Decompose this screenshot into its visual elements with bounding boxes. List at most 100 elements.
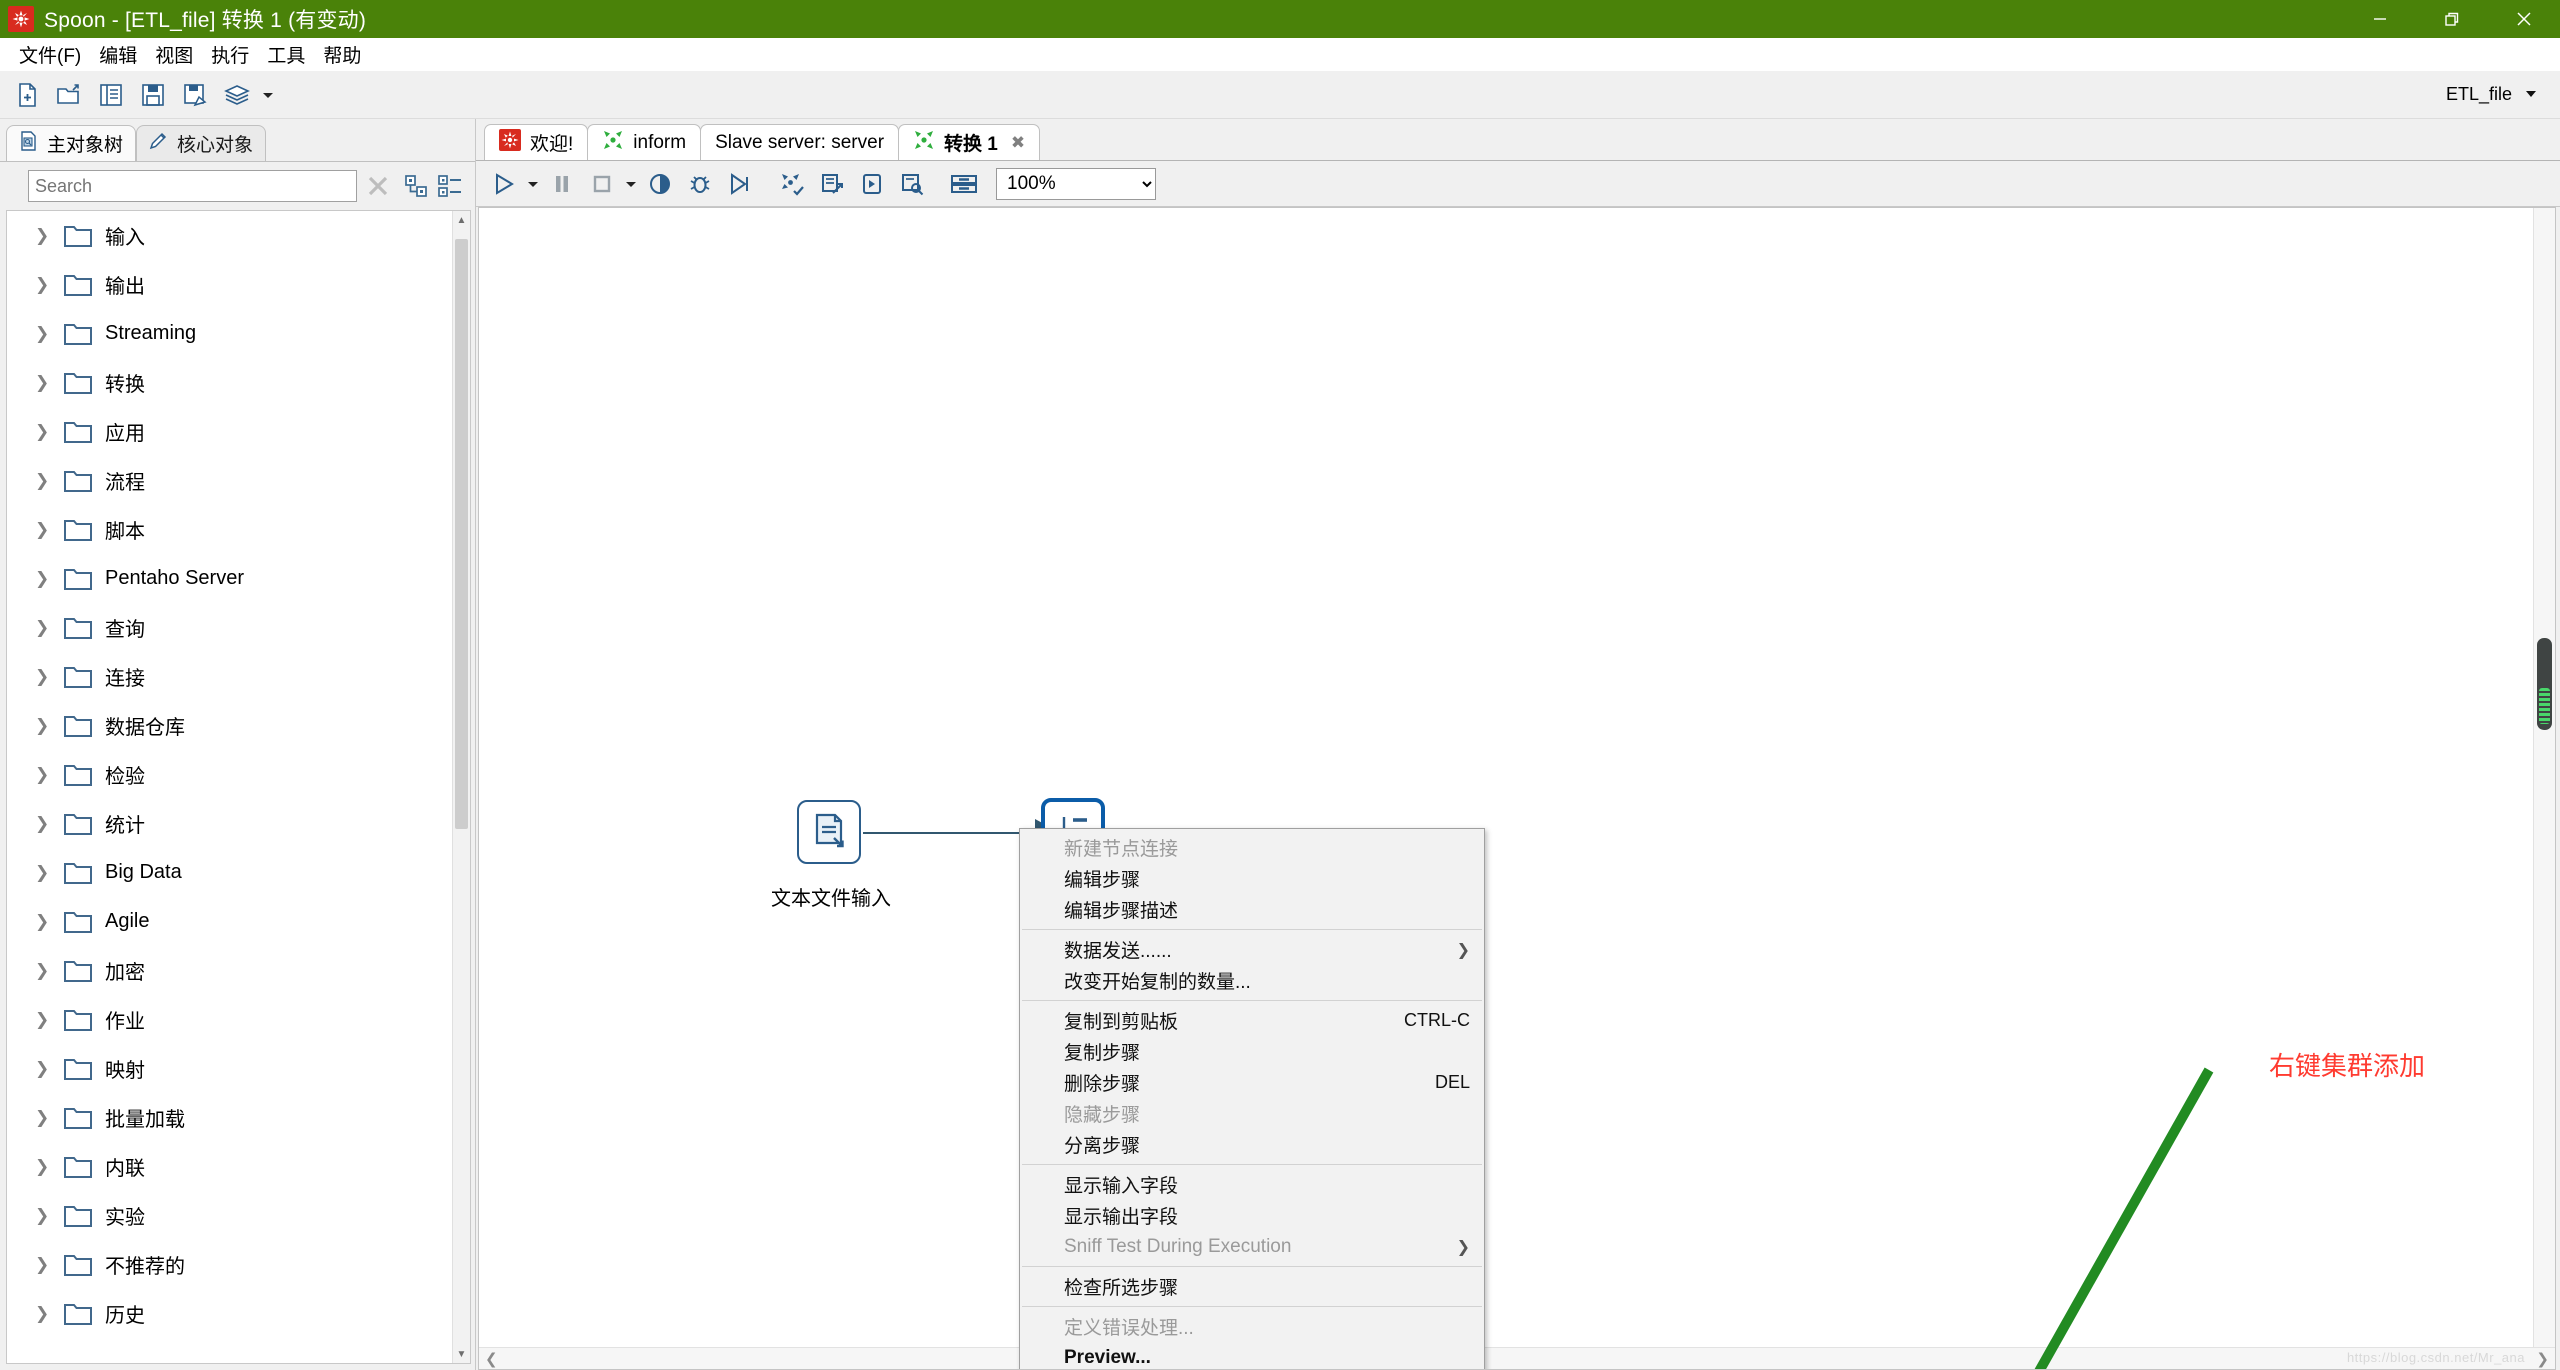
transformation-canvas[interactable]: 文本文件输入 排序... [478, 207, 2556, 1370]
context-menu-item[interactable]: 分离步骤 [1020, 1129, 1484, 1160]
show-logs-icon[interactable] [892, 164, 932, 204]
chevron-right-icon[interactable]: ❯ [35, 1304, 63, 1324]
tree-item[interactable]: ❯ 转换 [7, 358, 452, 407]
context-menu-item[interactable]: 复制步骤 [1020, 1036, 1484, 1067]
chevron-right-icon[interactable]: ❯ [35, 275, 63, 295]
close-icon[interactable] [2488, 0, 2560, 38]
tab-transformation-1[interactable]: 转换 1 ✖ [898, 124, 1041, 160]
new-file-icon[interactable] [6, 74, 48, 116]
debug-icon[interactable] [680, 164, 720, 204]
context-menu-item[interactable]: 删除步骤 DEL [1020, 1067, 1484, 1098]
tab-main-object-tree[interactable]: 主对象树 [6, 125, 137, 161]
tree-item[interactable]: ❯ 不推荐的 [7, 1240, 452, 1289]
canvas-vscroll-thumb[interactable] [2537, 638, 2552, 730]
tree-item[interactable]: ❯ 加密 [7, 946, 452, 995]
menu-file[interactable]: 文件(F) [10, 38, 90, 71]
impact-analysis-icon[interactable] [812, 164, 852, 204]
chevron-right-icon[interactable]: ❯ [35, 961, 63, 981]
tree-item[interactable]: ❯ Agile [7, 897, 452, 946]
minimize-icon[interactable] [2344, 0, 2416, 38]
menu-edit[interactable]: 编辑 [90, 38, 146, 71]
save-as-icon[interactable] [174, 74, 216, 116]
chevron-right-icon[interactable]: ❯ [35, 1255, 63, 1275]
tree-item[interactable]: ❯ 应用 [7, 407, 452, 456]
tab-welcome[interactable]: 欢迎! [484, 124, 589, 160]
chevron-right-icon[interactable]: ❯ [35, 765, 63, 785]
chevron-right-icon[interactable]: ❯ [35, 422, 63, 442]
tab-core-objects[interactable]: 核心对象 [136, 125, 267, 161]
chevron-right-icon[interactable]: ❯ [35, 667, 63, 687]
replay-icon[interactable] [720, 164, 760, 204]
chevron-right-icon[interactable]: ❯ [35, 618, 63, 638]
chevron-right-icon[interactable]: ❯ [35, 814, 63, 834]
tree-item[interactable]: ❯ 脚本 [7, 505, 452, 554]
tree-item[interactable]: ❯ 批量加载 [7, 1093, 452, 1142]
tree-item[interactable]: ❯ Pentaho Server [7, 554, 452, 603]
context-menu-item[interactable]: Preview... [1020, 1342, 1484, 1369]
chevron-right-icon[interactable]: ❯ [35, 520, 63, 540]
chevron-down-icon[interactable] [524, 164, 542, 204]
repository-selector[interactable]: ETL_file [2446, 79, 2538, 109]
tree-item[interactable]: ❯ 流程 [7, 456, 452, 505]
chevron-right-icon[interactable]: ❯ [35, 1059, 63, 1079]
verify-icon[interactable] [772, 164, 812, 204]
chevron-right-icon[interactable]: ❯ [2536, 1350, 2549, 1368]
save-icon[interactable] [132, 74, 174, 116]
stop-icon[interactable] [582, 164, 622, 204]
tree-item[interactable]: ❯ 输出 [7, 260, 452, 309]
chevron-right-icon[interactable]: ❯ [35, 716, 63, 736]
generate-sql-icon[interactable] [852, 164, 892, 204]
restore-icon[interactable] [2416, 0, 2488, 38]
chevron-right-icon[interactable]: ❯ [35, 471, 63, 491]
run-icon[interactable] [484, 164, 524, 204]
canvas-vertical-scrollbar[interactable] [2533, 208, 2555, 1347]
tree-item[interactable]: ❯ 历史 [7, 1289, 452, 1338]
context-menu-item[interactable]: 编辑步骤 [1020, 863, 1484, 894]
layers-icon[interactable] [216, 74, 258, 116]
show-grid-icon[interactable] [944, 164, 984, 204]
context-menu-item[interactable]: 复制到剪贴板 CTRL-C [1020, 1005, 1484, 1036]
context-menu-item[interactable]: 显示输出字段 [1020, 1200, 1484, 1231]
tree-item[interactable]: ❯ 数据仓库 [7, 701, 452, 750]
context-menu-item[interactable]: 检查所选步骤 [1020, 1271, 1484, 1302]
chevron-right-icon[interactable]: ❯ [35, 373, 63, 393]
step-context-menu[interactable]: 新建节点连接 编辑步骤 编辑步骤描述 数据发送...... ❯ 改变开始复制的数量... 复… [1019, 828, 1485, 1369]
chevron-right-icon[interactable]: ❯ [35, 1206, 63, 1226]
menu-view[interactable]: 视图 [146, 38, 202, 71]
context-menu-item[interactable]: 数据发送...... ❯ [1020, 934, 1484, 965]
tree-view-icon[interactable] [399, 172, 433, 200]
chevron-right-icon[interactable]: ❯ [35, 863, 63, 883]
tree-item[interactable]: ❯ 作业 [7, 995, 452, 1044]
explore-repository-icon[interactable] [90, 74, 132, 116]
chevron-down-icon[interactable] [258, 74, 278, 116]
zoom-level-select[interactable]: 100% [996, 167, 1156, 200]
context-menu-item[interactable]: 编辑步骤描述 [1020, 894, 1484, 925]
tree-item[interactable]: ❯ Streaming [7, 309, 452, 358]
chevron-down-icon[interactable]: ▼ [453, 1345, 470, 1363]
open-folder-icon[interactable] [48, 74, 90, 116]
step-text-file-input[interactable] [797, 800, 861, 864]
menu-help[interactable]: 帮助 [314, 38, 370, 71]
pause-icon[interactable] [542, 164, 582, 204]
preview-icon[interactable] [640, 164, 680, 204]
tree-item[interactable]: ❯ Big Data [7, 848, 452, 897]
tab-inform[interactable]: inform [587, 124, 702, 160]
search-input[interactable] [28, 170, 357, 202]
tree-item[interactable]: ❯ 统计 [7, 799, 452, 848]
chevron-right-icon[interactable]: ❯ [35, 569, 63, 589]
context-menu-item[interactable]: 改变开始复制的数量... [1020, 965, 1484, 996]
tree-item[interactable]: ❯ 连接 [7, 652, 452, 701]
chevron-left-icon[interactable]: ❮ [485, 1350, 498, 1368]
tree-item[interactable]: ❯ 内联 [7, 1142, 452, 1191]
tree-scrollbar[interactable]: ▲ ▼ [452, 211, 470, 1363]
chevron-right-icon[interactable]: ❯ [35, 324, 63, 344]
chevron-right-icon[interactable]: ❯ [35, 226, 63, 246]
clear-x-icon[interactable] [357, 173, 399, 199]
chevron-right-icon[interactable]: ❯ [35, 1108, 63, 1128]
menu-run[interactable]: 执行 [202, 38, 258, 71]
tree-item[interactable]: ❯ 映射 [7, 1044, 452, 1093]
tree-item[interactable]: ❯ 实验 [7, 1191, 452, 1240]
tree-item[interactable]: ❯ 检验 [7, 750, 452, 799]
chevron-down-icon[interactable] [622, 164, 640, 204]
tree-scroll-thumb[interactable] [455, 239, 468, 829]
